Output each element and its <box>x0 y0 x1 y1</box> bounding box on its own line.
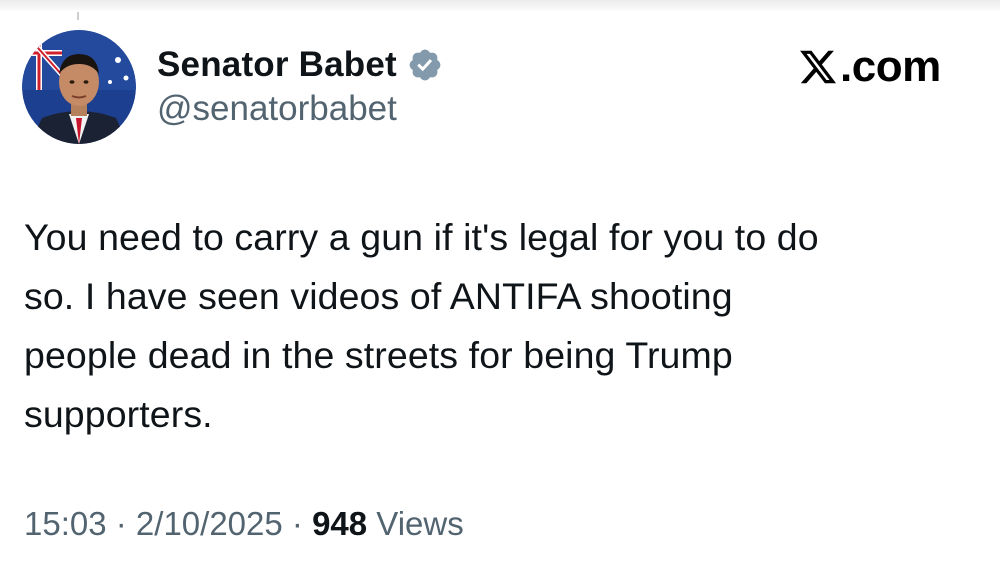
brand-suffix: .com <box>840 42 941 91</box>
tweet-date[interactable]: 2/10/2025 <box>136 505 283 542</box>
user-handle[interactable]: @senatorbabet <box>157 89 397 129</box>
views-label: Views <box>367 505 464 542</box>
tweet-text: You need to carry a gun if it's legal fo… <box>24 216 819 435</box>
x-logo-icon <box>798 47 838 87</box>
avatar[interactable] <box>22 30 136 144</box>
top-divider-mark <box>77 12 79 20</box>
tweet-time[interactable]: 15:03 <box>24 505 107 542</box>
verified-badge-icon <box>407 47 443 83</box>
top-strip <box>0 0 1000 12</box>
profile-photo <box>22 30 136 144</box>
views-count[interactable]: 948 <box>312 505 367 542</box>
meta-separator: · <box>106 505 136 542</box>
tweet-meta: 15:03 · 2/10/2025 · 948 Views <box>24 505 464 543</box>
author-name-row: Senator Babet <box>157 42 443 88</box>
x-com-brand[interactable]: .com <box>798 42 941 92</box>
meta-separator: · <box>282 505 313 542</box>
display-name[interactable]: Senator Babet <box>157 45 397 85</box>
